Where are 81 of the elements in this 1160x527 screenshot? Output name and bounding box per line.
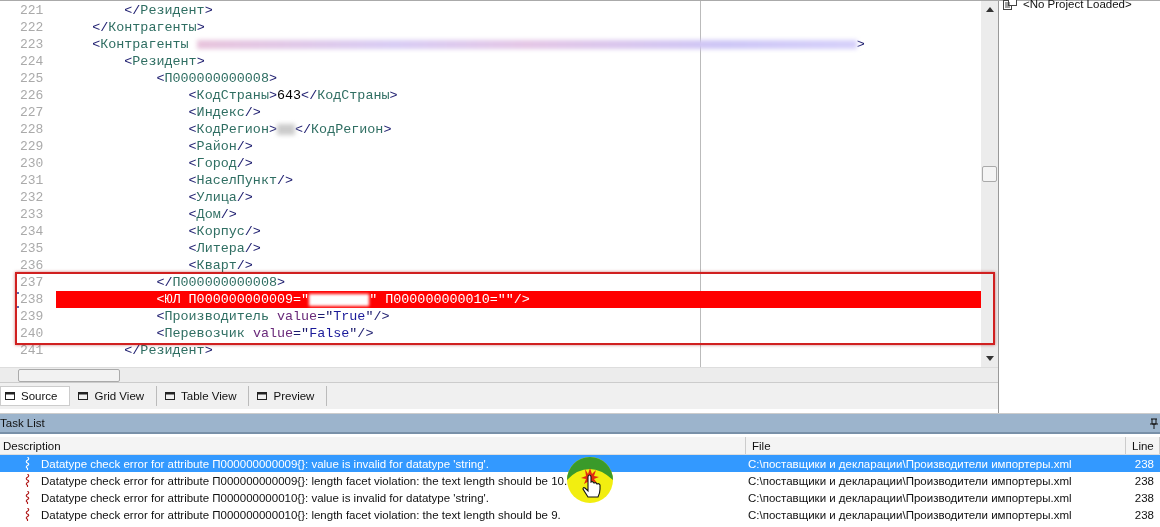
- code-line: <Резидент>: [123, 53, 206, 70]
- line-number: 237: [20, 275, 45, 290]
- line-number: 226: [20, 88, 45, 103]
- error-icon: [25, 457, 30, 470]
- line-number: 238: [20, 292, 45, 307]
- line-number: 222: [20, 20, 45, 35]
- view-icon: [78, 391, 89, 401]
- task-file: C:\поставщики и декларации\Производители импортеры.xml: [748, 491, 1072, 504]
- vertical-scrollbar[interactable]: [981, 1, 998, 367]
- line-number: 225: [20, 71, 45, 86]
- scroll-thumb[interactable]: [982, 166, 997, 182]
- task-description: Datatype check error for attribute П000000000010{}: length facet violation: the text length should be 9.: [41, 508, 561, 521]
- error-icon: [25, 491, 30, 504]
- code-line: <Контрагенты >: [91, 36, 866, 53]
- line-number: 232: [20, 190, 45, 205]
- code-line: </П000000000008>: [155, 274, 286, 291]
- scroll-thumb[interactable]: [18, 369, 120, 382]
- cursor-highlight-icon: [565, 455, 615, 505]
- code-line: <Город/>: [187, 155, 254, 172]
- project-status: <No Project Loaded>: [1023, 0, 1132, 10]
- code-line: <Кварт/>: [187, 257, 254, 274]
- line-number: 224: [20, 54, 45, 69]
- line-number: 231: [20, 173, 45, 188]
- error-icon: [25, 508, 30, 521]
- view-icon: [257, 391, 268, 401]
- scroll-down-icon[interactable]: [985, 356, 994, 361]
- view-icon: [5, 391, 15, 401]
- line-number: 241: [20, 343, 45, 358]
- line-number: 223: [20, 37, 45, 52]
- horizontal-scrollbar[interactable]: [0, 367, 998, 382]
- view-tab[interactable]: Preview: [253, 386, 328, 406]
- task-row[interactable]: Datatype check error for attribute П000000000010{}: length facet violation: the text length should be 9. C:\поставщики и декларации\Производители импортеры.xml 238: [0, 506, 1160, 523]
- line-number: 229: [20, 139, 45, 154]
- task-line: 238: [1134, 508, 1154, 521]
- view-icon: [165, 391, 176, 401]
- task-line: 238: [1134, 457, 1154, 470]
- column-header[interactable]: File: [746, 437, 1126, 454]
- line-number: 228: [20, 122, 45, 137]
- task-file: C:\поставщики и декларации\Производители импортеры.xml: [748, 457, 1072, 470]
- line-number: 221: [20, 3, 45, 18]
- task-line: 238: [1134, 474, 1154, 487]
- line-number: 236: [20, 258, 45, 273]
- task-row[interactable]: Datatype check error for attribute П000000000009{}: length facet violation: the text length should be 10. C:\поставщики и декларации\Производители импортеры.xml 238: [0, 472, 1160, 489]
- view-tab[interactable]: Source: [0, 386, 71, 406]
- code-line: <Производитель value="True"/>: [155, 308, 391, 325]
- code-line: <КодРегион> </КодРегион>: [187, 121, 393, 138]
- panel-title: Task List: [0, 417, 45, 429]
- column-header[interactable]: Line: [1126, 437, 1160, 454]
- code-line: <Литера/>: [187, 240, 262, 257]
- line-number: 227: [20, 105, 45, 120]
- code-line: <Перевозчик value="False"/>: [155, 325, 375, 342]
- column-header[interactable]: Description: [0, 437, 746, 454]
- task-description: Datatype check error for attribute П000000000010{}: value is invalid for datatype 'string'.: [41, 491, 489, 504]
- task-description: Datatype check error for attribute П000000000009{}: value is invalid for datatype 'string'.: [41, 457, 489, 470]
- line-number: 235: [20, 241, 45, 256]
- view-tab[interactable]: Table View: [161, 386, 250, 406]
- code-line: <НаселПункт/>: [187, 172, 295, 189]
- view-tab[interactable]: Grid View: [74, 386, 158, 406]
- code-line: <Район/>: [187, 138, 254, 155]
- code-line: <Улица/>: [187, 189, 254, 206]
- task-file: C:\поставщики и декларации\Производители импортеры.xml: [748, 474, 1072, 487]
- scroll-up-icon[interactable]: [985, 7, 994, 12]
- code-line: </Резидент>: [123, 342, 214, 359]
- code-line: <Корпус/>: [187, 223, 262, 240]
- line-number: 239: [20, 309, 45, 324]
- task-line: 238: [1134, 491, 1154, 504]
- code-line: <П000000000008>: [155, 70, 278, 87]
- line-number: 240: [20, 326, 45, 341]
- line-number: 230: [20, 156, 45, 171]
- pin-icon[interactable]: [1150, 417, 1158, 429]
- task-file: C:\поставщики и декларации\Производители импортеры.xml: [748, 508, 1072, 521]
- code-line: <Дом/>: [187, 206, 238, 223]
- code-line: <Индекс/>: [187, 104, 262, 121]
- line-number: 233: [20, 207, 45, 222]
- code-line: <КодСтраны>643</КодСтраны>: [187, 87, 399, 104]
- code-line: </Контрагенты>: [91, 19, 206, 36]
- task-description: Datatype check error for attribute П000000000009{}: length facet violation: the text length should be 10.: [41, 474, 568, 487]
- task-row[interactable]: Datatype check error for attribute П000000000010{}: value is invalid for datatype 'string'. C:\поставщики и декларации\Производители импортеры.xml 238: [0, 489, 1160, 506]
- code-line: </Резидент>: [123, 2, 214, 19]
- line-number: 234: [20, 224, 45, 239]
- error-icon: [25, 474, 30, 487]
